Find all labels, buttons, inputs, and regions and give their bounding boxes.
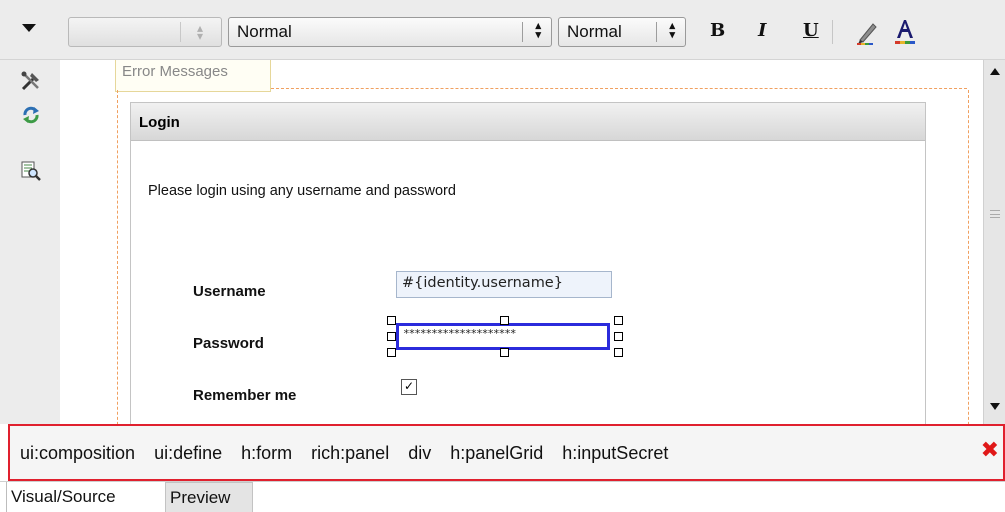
- bold-button[interactable]: B: [710, 20, 725, 41]
- username-input[interactable]: #{identity.username}: [396, 271, 612, 298]
- breadcrumb-item[interactable]: ui:composition: [20, 443, 135, 464]
- editor-tabs: Visual/Source Preview: [0, 481, 1005, 512]
- username-label: Username: [193, 283, 266, 300]
- spinner-icon: ▴ ▾: [196, 21, 203, 43]
- font-name-combo[interactable]: ▴ ▾: [68, 17, 222, 47]
- pen-icon[interactable]: [856, 20, 878, 46]
- password-label: Password: [193, 335, 264, 352]
- search-page-icon[interactable]: [20, 160, 42, 182]
- spinner-icon: ▴ ▾: [535, 20, 541, 41]
- tab-preview[interactable]: Preview: [165, 482, 253, 512]
- login-panel[interactable]: Login Please login using any username an…: [130, 102, 926, 424]
- scroll-down-icon[interactable]: [990, 403, 1000, 410]
- error-messages-tag[interactable]: Error Messages: [115, 60, 271, 92]
- selection-handle[interactable]: [500, 348, 509, 357]
- combo-separator: [522, 22, 523, 42]
- breadcrumb-item[interactable]: h:panelGrid: [450, 443, 543, 464]
- selection-handle[interactable]: [387, 348, 396, 357]
- refresh-icon[interactable]: [20, 104, 42, 126]
- combo-separator: [180, 22, 181, 42]
- vertical-scrollbar[interactable]: [983, 60, 1005, 424]
- remember-me-checkbox[interactable]: ✓: [401, 379, 417, 395]
- breadcrumb-item[interactable]: div: [408, 443, 431, 464]
- selection-handle[interactable]: [614, 332, 623, 341]
- selection-handle[interactable]: [387, 316, 396, 325]
- italic-button[interactable]: I: [758, 20, 766, 41]
- breadcrumb-item[interactable]: h:inputSecret: [562, 443, 668, 464]
- tag-breadcrumb-bar: ui:composition ui:define h:form rich:pan…: [8, 424, 1005, 481]
- selection-handle[interactable]: [614, 316, 623, 325]
- breadcrumb-item[interactable]: rich:panel: [311, 443, 389, 464]
- underline-button[interactable]: U: [803, 20, 819, 41]
- editor-toolbar: ▴ ▾ Normal ▴ ▾ Normal ▴ ▾ B I U: [0, 0, 1005, 60]
- remember-me-label: Remember me: [193, 387, 297, 404]
- login-instructions: Please login using any username and pass…: [148, 183, 456, 199]
- tab-visual-source[interactable]: Visual/Source: [6, 482, 164, 512]
- selection-handle[interactable]: [387, 332, 396, 341]
- toolbar-divider: [832, 20, 833, 44]
- container-outline: [271, 88, 967, 89]
- breadcrumb-item[interactable]: h:form: [241, 443, 292, 464]
- combo-separator: [656, 22, 657, 42]
- selection-handle[interactable]: [614, 348, 623, 357]
- font-color-icon[interactable]: [893, 18, 917, 46]
- scroll-up-icon[interactable]: [990, 68, 1000, 75]
- design-canvas: Error Messages Login Please login using …: [60, 60, 983, 424]
- font-size-value: Normal: [567, 22, 622, 41]
- dropdown-arrow-icon[interactable]: [22, 24, 36, 32]
- breadcrumb-item[interactable]: ui:define: [154, 443, 222, 464]
- paragraph-style-select[interactable]: Normal ▴ ▾: [228, 17, 552, 47]
- scroll-grip-icon[interactable]: [990, 210, 1000, 218]
- left-palette: [0, 60, 60, 424]
- error-messages-label: Error Messages: [122, 63, 228, 80]
- close-icon[interactable]: ✖: [981, 440, 999, 462]
- tools-icon[interactable]: [20, 70, 42, 92]
- panel-title: Login: [139, 114, 180, 131]
- password-input[interactable]: ********************: [396, 323, 610, 350]
- breadcrumb: ui:composition ui:define h:form rich:pan…: [20, 443, 668, 464]
- panel-header: Login: [131, 103, 925, 141]
- spinner-icon: ▴ ▾: [669, 20, 675, 41]
- selection-handle[interactable]: [500, 316, 509, 325]
- paragraph-style-value: Normal: [237, 22, 292, 41]
- font-size-select[interactable]: Normal ▴ ▾: [558, 17, 686, 47]
